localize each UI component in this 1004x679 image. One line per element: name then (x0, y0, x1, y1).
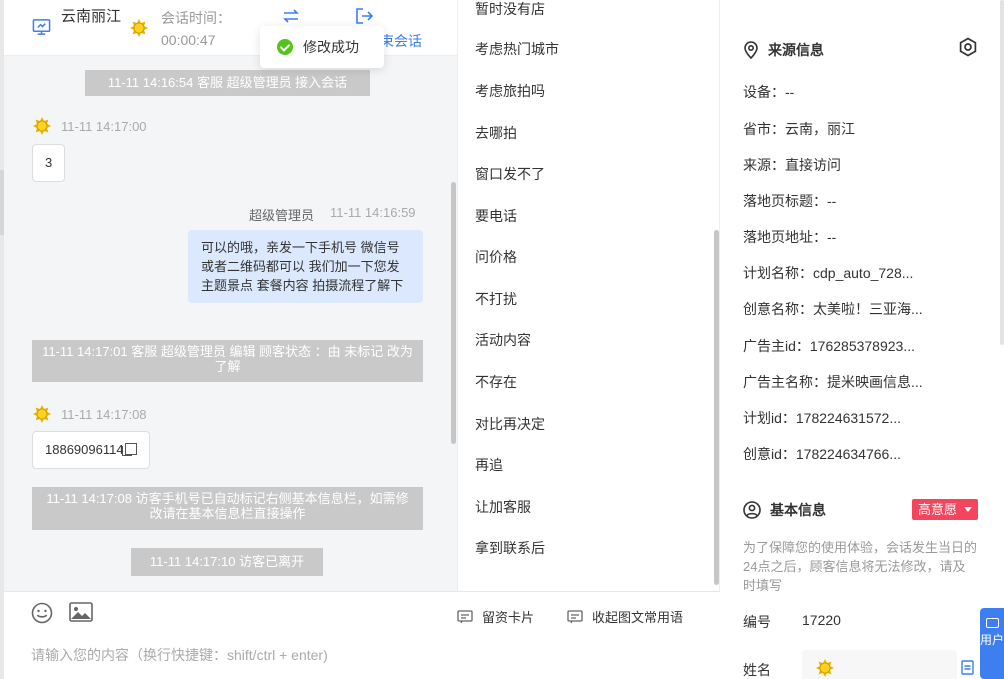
visitor-location: 云南丽江 (61, 8, 122, 25)
basic-info-title: 基本信息 (770, 502, 826, 518)
message-time: 11-11 14:16:59 (330, 205, 416, 220)
quick-phrases-panel: 暂时没有店 考虑热门城市 考虑旅拍吗 去哪拍 窗口发不了 要电话 问价格 不打扰… (457, 0, 720, 591)
quick-phrase-item[interactable]: 考虑旅拍吗 (475, 81, 545, 101)
toast-text: 修改成功 (303, 39, 359, 55)
source-row: 创意id：178224634766... (743, 446, 901, 462)
source-row: 来源：直接访问 (743, 157, 841, 173)
quick-phrase-item[interactable]: 活动内容 (475, 330, 531, 350)
lead-card-button[interactable]: 留资卡片 (457, 607, 534, 626)
agent-message: 可以的哦，亲发一下手机号 微信号或者二维码都可以 我们加一下您发主题景点 套餐内… (188, 230, 423, 303)
agent-name: 超级管理员 (249, 208, 315, 223)
chat-scrollbar[interactable] (451, 182, 456, 444)
chat-panel: 云南丽江 会话时间： 00:00:47 束会话 修改成功 11-11 14:16… (4, 0, 457, 591)
system-message: 11-11 14:17:08 访客手机号已自动标记右侧基本信息栏，如需修改请在基… (32, 487, 423, 530)
name-label: 姓名 (743, 662, 771, 678)
quick-phrase-item[interactable]: 要电话 (475, 206, 517, 226)
chat-header: 云南丽江 会话时间： 00:00:47 束会话 (4, 0, 457, 56)
source-row: 落地页地址：-- (743, 229, 837, 245)
basic-info-header: 基本信息 (743, 500, 826, 520)
quick-phrase-item[interactable]: 问价格 (475, 247, 517, 267)
settings-icon[interactable] (958, 37, 978, 57)
collapse-phrases-label: 收起图文常用语 (592, 610, 684, 625)
id-value: 17220 (802, 612, 841, 628)
source-row: 省市：云南，丽江 (743, 121, 855, 137)
info-scrollbar[interactable] (1000, 0, 1004, 345)
quick-phrase-item[interactable]: 不存在 (475, 372, 517, 392)
end-session-button[interactable]: 束会话 (380, 31, 422, 51)
source-info-title: 来源信息 (768, 42, 824, 58)
visitor-avatar-icon (130, 19, 148, 37)
system-message: 11-11 14:17:01 客服 超级管理员 编辑 顾客状态 ：由 未标记 改… (32, 340, 423, 382)
visitor-avatar-icon (33, 117, 51, 135)
copy-icon[interactable] (121, 443, 137, 456)
visitor-avatar-icon (816, 659, 834, 677)
image-icon[interactable] (69, 602, 93, 622)
quick-phrase-item[interactable]: 拿到联系后 (475, 538, 545, 558)
emoji-icon[interactable] (31, 602, 53, 624)
source-row: 创意名称：太美啦！三亚海... (743, 301, 923, 317)
quick-phrase-item[interactable]: 去哪拍 (475, 123, 517, 143)
quick-phrase-item[interactable]: 让加客服 (475, 497, 531, 517)
visitor-message: 18869096114 (32, 431, 150, 469)
location-pin-icon (744, 41, 758, 59)
source-info-header: 来源信息 (743, 40, 824, 60)
monitor-icon (32, 19, 51, 35)
card-icon (457, 609, 473, 623)
intent-dropdown[interactable]: 高意愿 (912, 499, 978, 520)
source-row: 落地页标题：-- (743, 193, 837, 209)
success-toast: 修改成功 (260, 26, 384, 68)
user-icon (743, 501, 761, 519)
name-field[interactable] (802, 650, 957, 679)
quick-phrase-item[interactable]: 暂时没有店 (475, 0, 545, 19)
quick-phrase-item[interactable]: 窗口发不了 (475, 164, 545, 184)
phrases-scrollbar[interactable] (714, 230, 719, 585)
quick-phrase-item[interactable]: 不打扰 (475, 289, 517, 309)
lead-card-label: 留资卡片 (482, 610, 535, 625)
source-row: 广告主id：176285378923... (743, 338, 915, 354)
source-row: 设备：-- (743, 84, 795, 100)
user-tab-label: 用户 (980, 633, 1004, 647)
source-row: 计划名称：cdp_auto_728... (743, 265, 914, 281)
id-label: 编号 (743, 614, 771, 630)
visitor-message: 3 (32, 144, 66, 182)
quick-phrase-item[interactable]: 再追 (475, 455, 503, 475)
visitor-info-panel: 来源信息 设备：-- 省市：云南，丽江 来源：直接访问 落地页标题：-- 落地页… (721, 0, 1004, 679)
session-time-value: 00:00:47 (161, 32, 216, 48)
message-time: 11-11 14:17:08 (61, 407, 147, 422)
message-input-area: 留资卡片 收起图文常用语 请输入您的内容（换行快捷键：shift/ctrl + … (4, 591, 720, 679)
visitor-avatar-icon (33, 405, 51, 423)
user-tab[interactable]: 用户 (980, 608, 1004, 679)
success-check-icon (277, 39, 293, 55)
phone-number: 18869096114 (45, 442, 124, 457)
source-row: 广告主名称：提米映画信息... (743, 374, 923, 390)
edit-notice: 为了保障您的使用体验，会话发生当日的24点之后，顾客信息将无法修改，请及时填写 (743, 540, 978, 593)
system-message: 11-11 14:16:54 客服 超级管理员 接入会话 (85, 70, 370, 96)
session-time-label: 会话时间： (161, 10, 231, 26)
system-message: 11-11 14:17:10 访客已离开 (131, 548, 323, 576)
quick-phrase-item[interactable]: 对比再决定 (475, 414, 545, 434)
document-icon[interactable] (961, 660, 974, 675)
chat-icon (985, 618, 999, 628)
chat-workspace: 云南丽江 会话时间： 00:00:47 束会话 修改成功 11-11 14:16… (0, 0, 1004, 679)
source-row: 计划id：178224631572... (743, 410, 901, 426)
transfer-icon[interactable] (282, 7, 300, 25)
message-time: 11-11 14:17:00 (61, 119, 147, 134)
exit-icon[interactable] (355, 7, 373, 25)
quick-phrase-item[interactable]: 考虑热门城市 (475, 39, 559, 59)
phrase-icon (567, 609, 583, 623)
message-input[interactable]: 请输入您的内容（换行快捷键：shift/ctrl + enter) (31, 645, 328, 665)
collapse-phrases-button[interactable]: 收起图文常用语 (567, 607, 683, 626)
